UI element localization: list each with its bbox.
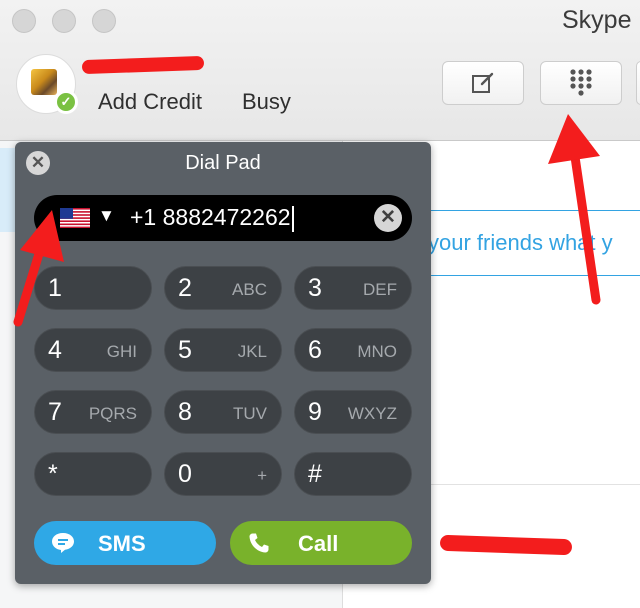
- arrow-to-dialpad-icon: [548, 114, 601, 305]
- annotation-arrows: [13, 114, 601, 327]
- arrow-to-country-selector: [13, 210, 64, 327]
